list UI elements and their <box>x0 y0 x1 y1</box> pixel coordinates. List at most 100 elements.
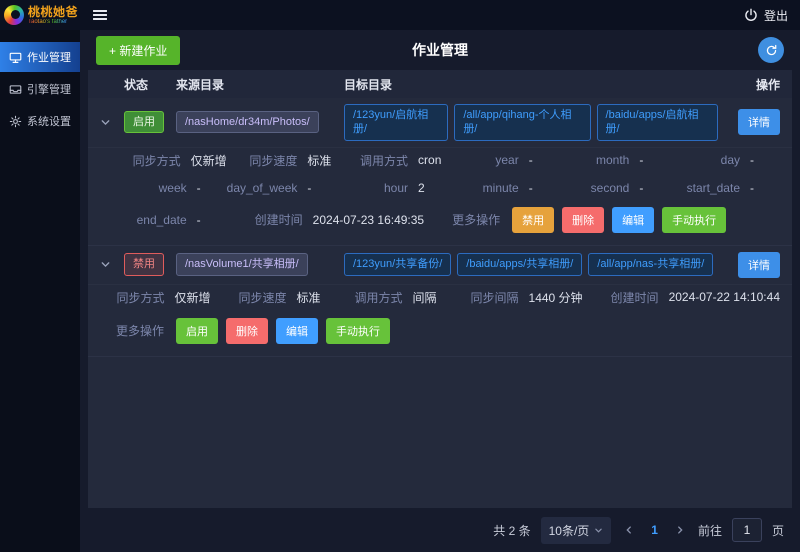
detail-label: day_of_week <box>227 181 298 195</box>
status-badge: 启用 <box>124 111 164 133</box>
target-dir-tag: /123yun/共享备份/ <box>344 253 451 275</box>
detail-label: 创建时间 <box>611 289 659 306</box>
detail-label: 创建时间 <box>255 211 303 228</box>
power-icon[interactable] <box>744 8 758 22</box>
pagination-bar: 共 2 条 10条/页 1 前往 页 <box>80 508 800 552</box>
detail-value: cron <box>418 153 448 167</box>
chevron-down-icon[interactable] <box>100 117 124 128</box>
toolbar: + 新建作业 作业管理 <box>80 30 800 70</box>
monitor-icon <box>9 51 22 64</box>
detail-value: 2024-07-22 14:10:44 <box>669 290 780 304</box>
detail-button[interactable]: 详情 <box>738 109 780 135</box>
detail-label: 调用方式 <box>354 289 402 306</box>
gear-icon <box>9 115 22 128</box>
new-job-button[interactable]: + 新建作业 <box>96 36 180 65</box>
column-status: 状态 <box>124 76 176 93</box>
detail-label: end_date <box>116 213 187 227</box>
prev-page-icon[interactable] <box>621 525 637 535</box>
edit-button[interactable]: 编辑 <box>276 318 318 344</box>
detail-label: 同步方式 <box>116 152 181 169</box>
page-number[interactable]: 1 <box>647 523 662 537</box>
detail-value: - <box>529 181 559 195</box>
next-page-icon[interactable] <box>672 525 688 535</box>
target-dir-tag: /baidu/apps/共享相册/ <box>457 253 582 275</box>
logo-subtitle: Taotao's father <box>28 19 78 25</box>
delete-button[interactable]: 删除 <box>226 318 268 344</box>
page-unit-label: 页 <box>772 522 784 539</box>
detail-label: 同步速度 <box>227 152 298 169</box>
page-title: 作业管理 <box>412 40 468 60</box>
source-dir-tag: /nasVolume1/共享相册/ <box>176 253 308 275</box>
jobs-table: 状态 来源目录 目标目录 操作 启用 /nasHome/dr34m/Photos… <box>88 70 792 508</box>
more-actions-label: 更多操作 <box>452 211 500 228</box>
target-dir-tag: /baidu/apps/启航相册/ <box>597 104 718 141</box>
logout-button[interactable]: 登出 <box>764 7 788 24</box>
enable-button[interactable]: 启用 <box>176 318 218 344</box>
menu-toggle-icon[interactable] <box>92 7 108 23</box>
detail-value: - <box>639 181 669 195</box>
detail-value: 2024-07-23 16:49:35 <box>313 213 424 227</box>
sidebar-item-label: 引擎管理 <box>27 81 71 97</box>
source-dir-tag: /nasHome/dr34m/Photos/ <box>176 111 319 133</box>
disable-button[interactable]: 禁用 <box>512 207 554 233</box>
sidebar-item-label: 作业管理 <box>27 49 71 65</box>
sidebar-item-engine-management[interactable]: 引擎管理 <box>0 74 80 104</box>
detail-value: 标准 <box>296 289 326 306</box>
status-badge: 禁用 <box>124 253 164 275</box>
logo-title: 桃桃她爸 <box>28 6 78 18</box>
detail-label: hour <box>337 181 408 195</box>
column-action: 操作 <box>724 76 780 93</box>
detail-label: year <box>448 153 519 167</box>
sidebar-item-label: 系统设置 <box>27 113 71 129</box>
manual-run-button[interactable]: 手动执行 <box>662 207 726 233</box>
detail-value: - <box>197 213 227 227</box>
sidebar-item-system-settings[interactable]: 系统设置 <box>0 106 80 136</box>
table-row: 启用 /nasHome/dr34m/Photos/ /123yun/启航相册/ … <box>88 98 792 148</box>
topbar: 桃桃她爸 Taotao's father 登出 <box>0 0 800 30</box>
table-row: 禁用 /nasVolume1/共享相册/ /123yun/共享备份/ /baid… <box>88 246 792 285</box>
sidebar-item-job-management[interactable]: 作业管理 <box>0 42 80 72</box>
detail-value: - <box>529 153 559 167</box>
refresh-icon <box>765 44 778 57</box>
detail-value: 仅新增 <box>191 152 227 169</box>
goto-label: 前往 <box>698 522 722 539</box>
detail-label: 调用方式 <box>337 152 408 169</box>
detail-value: - <box>750 153 780 167</box>
engine-icon <box>9 83 22 96</box>
page-size-select[interactable]: 10条/页 <box>541 517 612 544</box>
column-source: 来源目录 <box>176 76 344 93</box>
logo-icon <box>4 5 24 25</box>
detail-label: start_date <box>669 181 740 195</box>
manual-run-button[interactable]: 手动执行 <box>326 318 390 344</box>
chevron-down-icon <box>594 526 603 535</box>
refresh-button[interactable] <box>758 37 784 63</box>
more-actions-label: 更多操作 <box>116 322 164 339</box>
app-logo: 桃桃她爸 Taotao's father <box>0 5 84 25</box>
main-content: + 新建作业 作业管理 状态 来源目录 目标目录 操作 启用 /nasHome/… <box>80 30 800 552</box>
target-dir-tag: /123yun/启航相册/ <box>344 104 448 141</box>
detail-label: 同步方式 <box>116 289 164 306</box>
edit-button[interactable]: 编辑 <box>612 207 654 233</box>
column-target: 目标目录 <box>344 76 724 93</box>
detail-value: 仅新增 <box>174 289 210 306</box>
detail-value: 2 <box>418 181 448 195</box>
detail-value: 标准 <box>307 152 337 169</box>
detail-label: 同步速度 <box>238 289 286 306</box>
goto-page-input[interactable] <box>732 518 762 542</box>
total-count: 共 2 条 <box>493 522 530 539</box>
chevron-down-icon[interactable] <box>100 259 124 270</box>
detail-button[interactable]: 详情 <box>738 252 780 278</box>
detail-value: 1440 分钟 <box>529 289 583 306</box>
detail-label: month <box>559 153 630 167</box>
detail-value: - <box>639 153 669 167</box>
target-dir-tag: /all/app/qihang-个人相册/ <box>454 104 590 141</box>
detail-value: - <box>307 181 337 195</box>
detail-label: 同步间隔 <box>471 289 519 306</box>
detail-value: - <box>197 181 227 195</box>
table-header: 状态 来源目录 目标目录 操作 <box>88 70 792 98</box>
detail-value: - <box>750 181 780 195</box>
detail-label: day <box>669 153 740 167</box>
delete-button[interactable]: 删除 <box>562 207 604 233</box>
target-dir-tag: /all/app/nas-共享相册/ <box>588 253 713 275</box>
detail-label: minute <box>448 181 519 195</box>
